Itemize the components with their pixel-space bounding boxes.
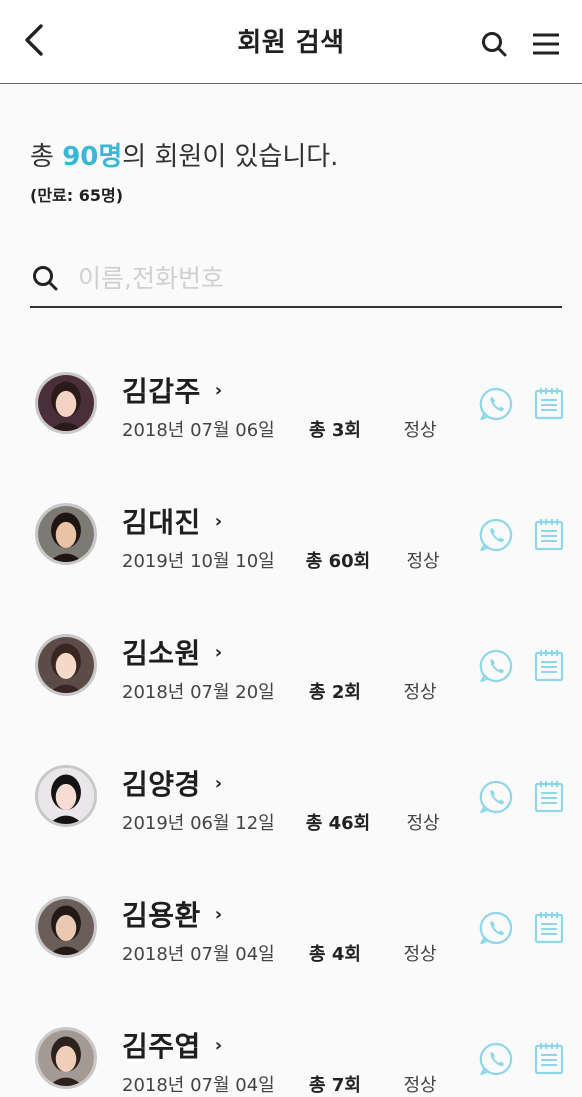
avatar[interactable]	[35, 1027, 97, 1089]
memo-button[interactable]	[533, 648, 565, 682]
hamburger-menu-icon	[533, 33, 559, 55]
avatar[interactable]	[35, 896, 97, 958]
member-status: 정상	[406, 813, 440, 834]
whatsapp-call-button[interactable]	[478, 517, 514, 553]
memo-button[interactable]	[533, 779, 565, 813]
member-name-link[interactable]: 김용환 ›	[122, 894, 222, 934]
visit-total: 총 46회	[305, 813, 371, 834]
avatar[interactable]	[35, 372, 97, 434]
member-name: 김갑주	[122, 375, 201, 408]
memo-button[interactable]	[533, 517, 565, 551]
memo-button[interactable]	[533, 386, 565, 420]
member-name: 김용환	[122, 899, 201, 932]
summary-prefix: 총	[30, 142, 63, 172]
member-status: 정상	[403, 420, 437, 441]
search-icon	[30, 263, 60, 293]
member-date: 2018년 07월 04일	[122, 944, 275, 965]
member-name-link[interactable]: 김주엽 ›	[122, 1025, 222, 1065]
whatsapp-call-button[interactable]	[478, 386, 514, 422]
member-name: 김소원	[122, 637, 201, 670]
avatar[interactable]	[35, 634, 97, 696]
member-row[interactable]: 김양경 › 2019년 06월 12일 총 46회 정상	[0, 733, 582, 864]
member-row[interactable]: 김주엽 › 2018년 07월 04일 총 7회 정상	[0, 995, 582, 1097]
visit-total: 총 60회	[305, 551, 371, 572]
visit-total: 총 4회	[309, 944, 361, 965]
member-name-link[interactable]: 김갑주 ›	[122, 370, 222, 410]
member-name: 김주엽	[122, 1030, 201, 1063]
chevron-right-icon: ›	[214, 641, 223, 663]
member-row[interactable]: 김갑주 › 2018년 07월 06일 총 3회 정상	[0, 340, 582, 471]
member-row[interactable]: 김대진 › 2019년 10월 10일 총 60회 정상	[0, 471, 582, 602]
whatsapp-call-button[interactable]	[478, 910, 514, 946]
memo-button[interactable]	[533, 910, 565, 944]
chevron-right-icon: ›	[214, 379, 223, 401]
app-header: 회원 검색	[0, 0, 582, 84]
chevron-right-icon: ›	[214, 1034, 223, 1056]
notepad-icon	[534, 1043, 564, 1075]
search-input[interactable]	[78, 263, 548, 293]
member-status: 정상	[403, 944, 437, 965]
member-date: 2018년 07월 20일	[122, 682, 275, 703]
member-name: 김양경	[122, 768, 201, 801]
member-name-link[interactable]: 김대진 ›	[122, 501, 222, 541]
member-list: 김갑주 › 2018년 07월 06일 총 3회 정상 김대진 › 2019년 …	[0, 340, 582, 1097]
member-name-link[interactable]: 김양경 ›	[122, 763, 222, 803]
phone-chat-icon	[479, 649, 513, 683]
notepad-icon	[534, 519, 564, 551]
summary-suffix: 의 회원이 있습니다.	[122, 142, 339, 172]
memo-button[interactable]	[533, 1041, 565, 1075]
phone-chat-icon	[479, 518, 513, 552]
phone-chat-icon	[479, 780, 513, 814]
member-name: 김대진	[122, 506, 201, 539]
menu-button[interactable]	[526, 24, 566, 64]
member-date: 2018년 07월 04일	[122, 1075, 275, 1096]
chevron-right-icon: ›	[214, 772, 223, 794]
member-summary: 총 90명의 회원이 있습니다.	[30, 136, 338, 173]
member-date: 2019년 06월 12일	[122, 813, 275, 834]
member-name-link[interactable]: 김소원 ›	[122, 632, 222, 672]
phone-chat-icon	[479, 911, 513, 945]
visit-total: 총 3회	[309, 420, 361, 441]
phone-chat-icon	[479, 387, 513, 421]
header-search-button[interactable]	[474, 24, 514, 64]
member-row[interactable]: 김용환 › 2018년 07월 04일 총 4회 정상	[0, 864, 582, 995]
search-icon	[482, 32, 507, 57]
avatar[interactable]	[35, 503, 97, 565]
chevron-right-icon: ›	[214, 903, 223, 925]
notepad-icon	[534, 388, 564, 420]
member-status: 정상	[403, 1075, 437, 1096]
member-row[interactable]: 김소원 › 2018년 07월 20일 총 2회 정상	[0, 602, 582, 733]
whatsapp-call-button[interactable]	[478, 779, 514, 815]
member-count: 90명	[62, 142, 123, 172]
chevron-right-icon: ›	[214, 510, 223, 532]
whatsapp-call-button[interactable]	[478, 648, 514, 684]
whatsapp-call-button[interactable]	[478, 1041, 514, 1077]
search-bar	[30, 250, 562, 308]
visit-total: 총 7회	[309, 1075, 361, 1096]
member-status: 정상	[403, 682, 437, 703]
member-date: 2018년 07월 06일	[122, 420, 275, 441]
avatar[interactable]	[35, 765, 97, 827]
expired-count: (만료: 65명)	[30, 186, 124, 205]
notepad-icon	[534, 912, 564, 944]
phone-chat-icon	[479, 1042, 513, 1076]
notepad-icon	[534, 781, 564, 813]
member-status: 정상	[406, 551, 440, 572]
notepad-icon	[534, 650, 564, 682]
member-date: 2019년 10월 10일	[122, 551, 275, 572]
visit-total: 총 2회	[309, 682, 361, 703]
